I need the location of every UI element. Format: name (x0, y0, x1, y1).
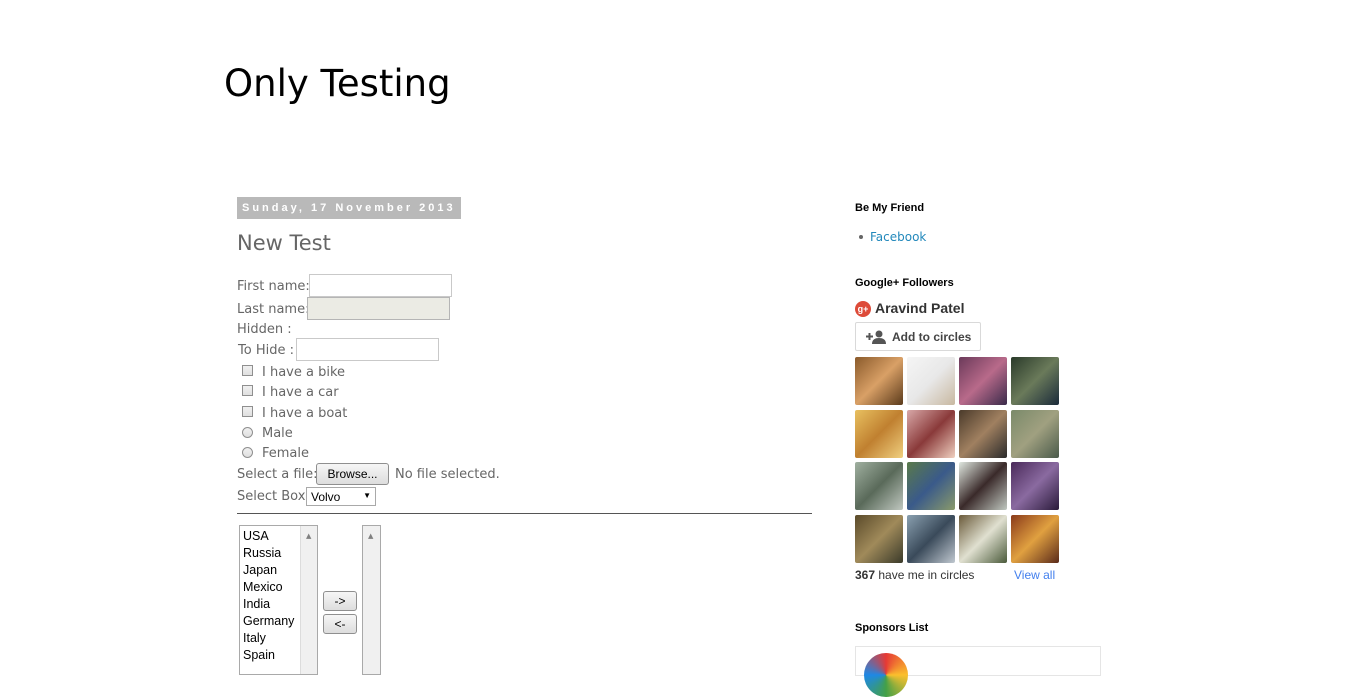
select-label: Select Box: (237, 489, 310, 504)
gplus-profile-name[interactable]: Aravind Patel (875, 300, 964, 316)
add-to-circles-button[interactable]: Add to circles (855, 322, 981, 351)
follower-avatar[interactable] (907, 410, 955, 458)
follower-avatar[interactable] (907, 357, 955, 405)
car-label: I have a car (262, 385, 339, 400)
file-label: Select a file: (237, 467, 318, 482)
last-name-input (307, 297, 450, 320)
scrollbar[interactable]: ▲ (300, 526, 317, 674)
follower-avatar[interactable] (959, 357, 1007, 405)
blog-title[interactable]: Only Testing (224, 62, 451, 105)
follower-avatar[interactable] (907, 515, 955, 563)
countries-listbox[interactable]: USA Russia Japan Mexico India Germany It… (239, 525, 318, 675)
post-title[interactable]: New Test (237, 231, 331, 255)
sponsor-card[interactable] (855, 646, 1101, 697)
scroll-up-icon[interactable]: ▲ (306, 532, 311, 540)
female-radio[interactable] (242, 447, 253, 458)
add-person-icon (866, 330, 886, 344)
last-name-label: Last name: (237, 302, 310, 317)
bullet-icon (859, 235, 863, 239)
facebook-link[interactable]: Facebook (870, 230, 926, 244)
first-name-label: First name: (237, 279, 310, 294)
follower-avatar[interactable] (959, 410, 1007, 458)
move-left-button[interactable]: <- (323, 614, 357, 634)
male-radio[interactable] (242, 427, 253, 438)
google-plus-icon: g+ (855, 301, 871, 317)
add-to-circles-label: Add to circles (892, 330, 972, 344)
follower-avatar[interactable] (1011, 357, 1059, 405)
circles-count: 367 (855, 568, 876, 582)
bike-checkbox[interactable] (242, 365, 253, 376)
post-date: Sunday, 17 November 2013 (237, 197, 461, 219)
browse-button[interactable]: Browse... (316, 463, 389, 485)
scroll-up-icon[interactable]: ▲ (368, 532, 373, 540)
follower-avatar[interactable] (1011, 410, 1059, 458)
follower-avatar[interactable] (855, 462, 903, 510)
bike-label: I have a bike (262, 365, 346, 380)
boat-label: I have a boat (262, 406, 348, 421)
boat-checkbox[interactable] (242, 406, 253, 417)
circles-label: have me in circles (878, 568, 975, 582)
circles-count-text: 367 have me in circles (855, 568, 974, 582)
follower-avatar[interactable] (907, 462, 955, 510)
follower-avatar[interactable] (855, 515, 903, 563)
to-hide-label: To Hide : (238, 343, 294, 358)
scrollbar[interactable]: ▲ (363, 526, 380, 674)
follower-avatar[interactable] (1011, 462, 1059, 510)
car-checkbox[interactable] (242, 385, 253, 396)
car-select[interactable]: Volvo ▼ (306, 487, 376, 506)
follower-avatar[interactable] (1011, 515, 1059, 563)
divider (237, 513, 812, 514)
female-label: Female (262, 446, 310, 461)
to-hide-input[interactable] (296, 338, 439, 361)
male-label: Male (262, 426, 293, 441)
car-select-value: Volvo (311, 490, 341, 504)
first-name-input[interactable] (309, 274, 452, 297)
view-all-link[interactable]: View all (1014, 568, 1055, 582)
hidden-label: Hidden : (237, 322, 292, 337)
follower-avatar[interactable] (959, 515, 1007, 563)
gplus-followers-title: Google+ Followers (855, 277, 954, 289)
be-my-friend-title: Be My Friend (855, 202, 925, 214)
no-file-text: No file selected. (395, 467, 500, 482)
follower-avatar[interactable] (855, 357, 903, 405)
move-right-button[interactable]: -> (323, 591, 357, 611)
selected-listbox[interactable]: ▲ (362, 525, 381, 675)
follower-avatar[interactable] (959, 462, 1007, 510)
chevron-down-icon: ▼ (363, 491, 371, 500)
sponsor-logo[interactable] (864, 653, 908, 697)
sponsors-list-title: Sponsors List (855, 622, 929, 634)
follower-avatar[interactable] (855, 410, 903, 458)
